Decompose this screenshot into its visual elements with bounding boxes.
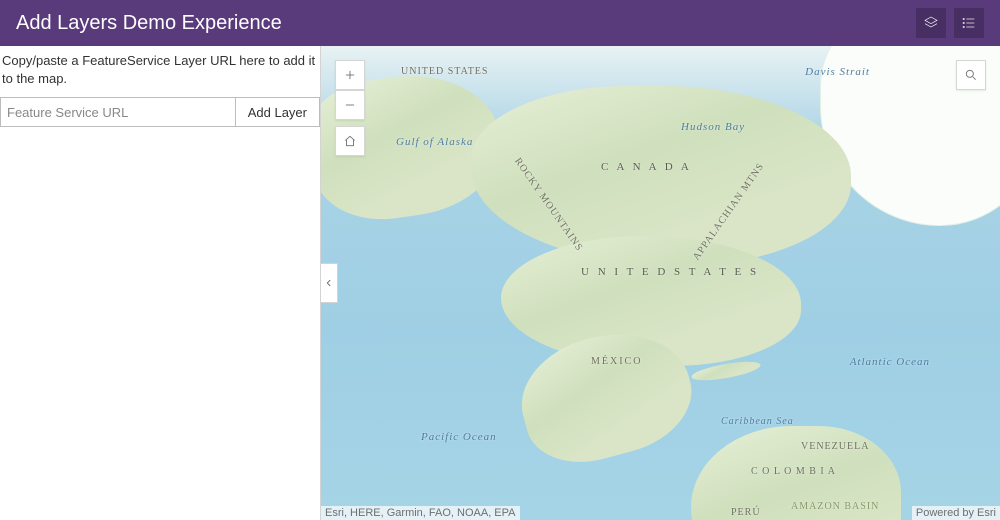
map-label: MÉXICO [591,356,642,367]
map-label: VENEZUELA [801,441,869,452]
legend-button[interactable] [954,8,984,38]
map-attribution: Esri, HERE, Garmin, FAO, NOAA, EPA [321,506,520,520]
map-water-label: Davis Strait [805,66,870,78]
app-title: Add Layers Demo Experience [16,12,908,35]
zoom-in-button[interactable] [335,60,365,90]
map-view[interactable]: UNITED STATES C A N A D A ROCKY MOUNTAIN… [321,46,1000,520]
map-water-label: Atlantic Ocean [850,356,930,368]
basemap-button[interactable] [916,8,946,38]
sidebar-instructions: Copy/paste a FeatureService Layer URL he… [0,52,320,97]
add-layer-button[interactable]: Add Layer [235,98,319,126]
feature-service-url-input[interactable] [1,98,235,126]
map-label: C A N A D A [601,161,692,173]
map-powered-by: Powered by Esri [912,506,1000,520]
map-label: UNITED STATES [401,66,488,77]
sidebar-panel: Copy/paste a FeatureService Layer URL he… [0,46,321,520]
app-header: Add Layers Demo Experience [0,0,1000,46]
app-body: Copy/paste a FeatureService Layer URL he… [0,46,1000,520]
sidebar-collapse-button[interactable] [321,263,338,303]
home-icon [343,134,357,148]
minus-icon [343,98,357,112]
map-label: C O L O M B I A [751,466,836,477]
url-input-row: Add Layer [0,97,320,127]
map-label: PERÚ [731,507,761,518]
search-button[interactable] [956,60,986,90]
plus-icon [343,68,357,82]
map-water-label: Pacific Ocean [421,431,497,443]
chevron-left-icon [324,276,334,290]
map-label: AMAZON BASIN [791,501,879,512]
map-label: U N I T E D S T A T E S [581,266,759,278]
map-water-label: Gulf of Alaska [396,136,473,148]
map-water-label: Caribbean Sea [721,416,794,427]
home-button[interactable] [335,126,365,156]
list-icon [961,15,977,31]
map-water-label: Hudson Bay [681,121,745,133]
layers-icon [923,15,939,31]
search-icon [964,68,978,82]
zoom-out-button[interactable] [335,90,365,120]
